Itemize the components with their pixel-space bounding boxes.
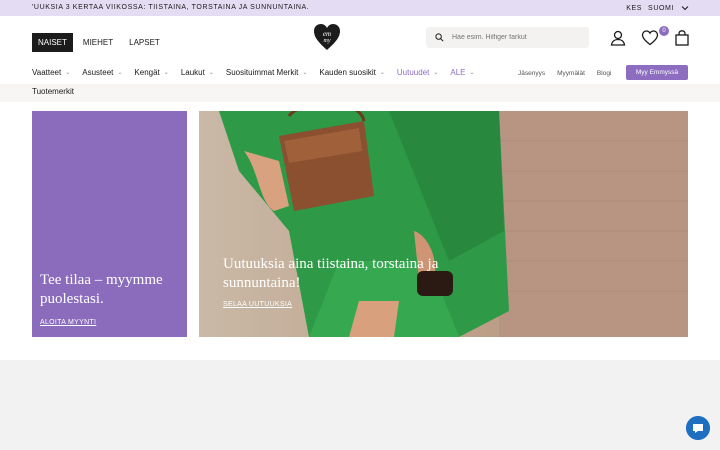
tab-miehet[interactable]: MIEHET [77, 33, 119, 52]
currency-selector[interactable]: KES [626, 5, 642, 12]
content-section-background [0, 360, 720, 450]
wishlist-heart-icon[interactable] [641, 29, 659, 47]
hero-title: Uutuuksia aina tiistaina, torstaina ja s… [223, 256, 439, 291]
search-input[interactable] [452, 34, 582, 41]
chevron-down-icon: ⌄ [117, 70, 123, 76]
nav-item-label: Laukut [180, 68, 205, 77]
tab-naiset[interactable]: NAISET [32, 33, 73, 52]
chevron-down-icon: ⌄ [469, 70, 475, 76]
emmy-logo[interactable]: em my [312, 22, 342, 52]
nav-item-vaatteet[interactable]: Vaatteet ⌄ [32, 68, 70, 77]
chevron-down-icon: ⌄ [65, 70, 71, 76]
tab-lapset[interactable]: LAPSET [123, 33, 166, 52]
chat-bubble-icon[interactable] [686, 416, 710, 440]
language-selector[interactable]: SUOMI [648, 5, 674, 12]
nav-item-label: Kauden suosikit [319, 68, 376, 77]
nav-item-ale[interactable]: ALE ⌄ [450, 68, 474, 77]
wishlist-count-badge: 0 [659, 26, 669, 36]
announcement-text: 'UUKSIA 3 KERTAA VIIKOSSA: TIISTAINA, TO… [32, 4, 310, 11]
svg-text:em: em [323, 30, 331, 38]
link-jasenyys[interactable]: Jäsenyys [518, 70, 545, 77]
start-selling-link[interactable]: ALOITA MYYNTI [40, 319, 96, 326]
browse-new-arrivals-link[interactable]: SELAA UUTUUKSIA [223, 301, 292, 308]
chevron-down-icon: ⌄ [433, 70, 439, 76]
sell-promo-tile[interactable]: Tee tilaa – myymme puolestasi. ALOITA MY… [32, 111, 187, 337]
nav-item-label: ALE [450, 68, 466, 77]
chevron-down-icon: ⌄ [302, 70, 308, 76]
chevron-down-icon: ⌄ [208, 70, 214, 76]
nav-item-kauden-suosikit[interactable]: Kauden suosikit ⌄ [319, 68, 385, 77]
announcement-bar: 'UUKSIA 3 KERTAA VIIKOSSA: TIISTAINA, TO… [0, 0, 720, 16]
sell-at-emmy-button[interactable]: Myy Emmyssä [626, 65, 688, 80]
site-header: NAISET MIEHET LAPSET em my 0 [0, 16, 720, 62]
subnav-item-tuotemerkit[interactable]: Tuotemerkit [32, 87, 74, 96]
nav-item-label: Kengät [134, 68, 160, 77]
search-icon [435, 33, 444, 42]
link-blogi[interactable]: Blogi [597, 70, 611, 77]
hero-banner[interactable]: Uutuuksia aina tiistaina, torstaina ja s… [199, 111, 688, 337]
nav-item-uutuudet[interactable]: Uutuudet ⌄ [397, 68, 439, 77]
nav-item-label: Asusteet [82, 68, 114, 77]
nav-item-label: Suosituimmat Merkit [225, 68, 299, 77]
chevron-down-icon: ⌄ [163, 70, 169, 76]
cart-bag-icon[interactable] [673, 29, 691, 47]
chevron-down-icon: ⌄ [379, 70, 385, 76]
main-navigation: Vaatteet ⌄ Asusteet ⌄ Kengät ⌄ Laukut ⌄ Suos… [0, 62, 720, 84]
svg-text:my: my [324, 38, 331, 44]
nav-item-asusteet[interactable]: Asusteet ⌄ [82, 68, 122, 77]
gender-tabs: NAISET MIEHET LAPSET [32, 33, 166, 52]
account-icon[interactable] [609, 29, 627, 47]
nav-item-kengat[interactable]: Kengät ⌄ [134, 68, 168, 77]
nav-item-label: Vaatteet [32, 68, 62, 77]
sub-navigation: Tuotemerkit [0, 84, 720, 102]
promo-title: Tee tilaa – myymme puolestasi. [40, 272, 163, 307]
nav-item-laukut[interactable]: Laukut ⌄ [181, 68, 214, 77]
search-box[interactable] [426, 27, 589, 48]
nav-item-suosituimmat-merkit[interactable]: Suosituimmat Merkit ⌄ [226, 68, 308, 77]
nav-item-label: Uutuudet [396, 68, 430, 77]
link-myymalat[interactable]: Myymälät [557, 70, 585, 77]
chevron-down-icon[interactable] [680, 3, 690, 13]
